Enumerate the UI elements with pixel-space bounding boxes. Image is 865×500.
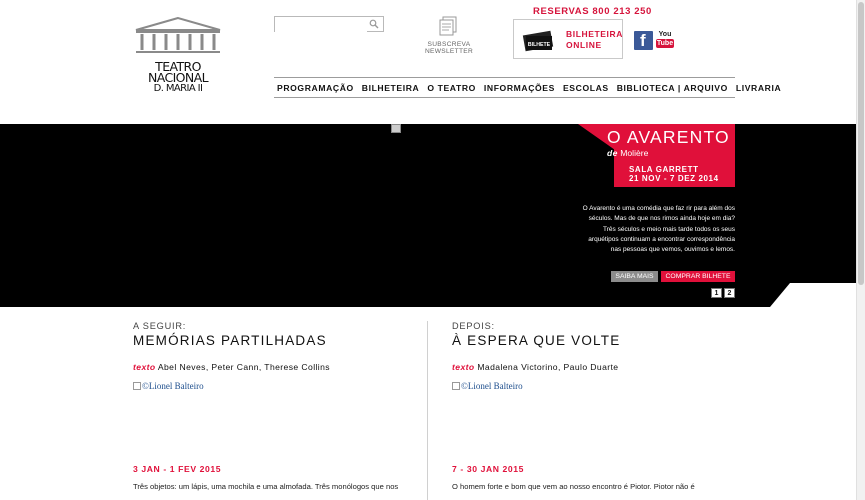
search-icon[interactable] (369, 19, 379, 29)
next-show-credits: texto Abel Neves, Peter Cann, Therese Co… (133, 362, 423, 372)
main-nav: PROGRAMAÇÃO BILHETEIRA O TEATRO INFORMAÇ… (274, 77, 781, 98)
hero-venue-name: SALA GARRETT (629, 165, 699, 174)
later-show-credits: texto Madalena Victorino, Paulo Duarte (452, 362, 742, 372)
photo-credit: ©Lionel Balteiro (461, 381, 523, 391)
nav-item-escolas[interactable]: ESCOLAS (559, 83, 613, 93)
learn-more-button[interactable]: SAIBA MAIS (611, 271, 658, 282)
next-show-column: A SEGUIR: MEMÓRIAS PARTILHADAS texto Abe… (133, 321, 423, 491)
nav-item-livraria[interactable]: LIVRARIA (732, 83, 785, 93)
page: TEATRO NACIONAL D. MARIA II SUBSCREVA NE… (0, 0, 865, 500)
later-show-title[interactable]: À ESPERA QUE VOLTE (452, 333, 742, 348)
logo-line-3: D. MARIA II (153, 83, 203, 94)
ticket-text: BILHETE (528, 42, 551, 48)
youtube-icon[interactable]: You Tube (656, 31, 674, 50)
youtube-tube: Tube (656, 39, 674, 48)
facebook-icon[interactable]: f (634, 31, 653, 50)
photo-credit: ©Lionel Balteiro (142, 381, 204, 391)
newsletter-icon (439, 16, 457, 36)
hero-title[interactable]: O AVARENTO (607, 127, 730, 148)
nav-item-bilheteira[interactable]: BILHETEIRA (358, 83, 424, 93)
nav-item-informacoes[interactable]: INFORMAÇÕES (480, 83, 559, 93)
slide-page-1[interactable]: 1 (711, 288, 722, 298)
newsletter-label-1: SUBSCREVA (427, 41, 471, 48)
theatre-building-icon (135, 16, 221, 53)
slide-page-2[interactable]: 2 (724, 288, 735, 298)
hero-author-name: Molière (620, 148, 649, 158)
credits-prefix: texto (133, 362, 156, 372)
nav-item-biblioteca-arquivo[interactable]: BIBLIOTECA | ARQUIVO (613, 83, 732, 93)
hero-dates: 21 NOV - 7 DEZ 2014 (629, 174, 719, 183)
nav-item-o-teatro[interactable]: O TEATRO (423, 83, 480, 93)
next-show-photo[interactable]: ©Lionel Balteiro (133, 381, 423, 461)
next-label: A SEGUIR: (133, 321, 187, 331)
hero-venue: SALA GARRETT 21 NOV - 7 DEZ 2014 (629, 165, 719, 183)
credits-names: Abel Neves, Peter Cann, Therese Collins (157, 362, 330, 372)
hero-corner-fill (790, 283, 856, 307)
hero-banner: O AVARENTO de Molière SALA GARRETT 21 NO… (0, 124, 856, 307)
bilheteira-line-1: BILHETEIRA (566, 29, 623, 39)
later-show-dates: 7 - 30 JAN 2015 (452, 464, 525, 474)
later-label: DEPOIS: (452, 321, 495, 331)
logo-line-2: NACIONAL (147, 70, 209, 85)
search-input[interactable] (275, 20, 367, 35)
hero-author: de Molière (607, 148, 648, 158)
logo[interactable]: TEATRO NACIONAL D. MARIA II (133, 16, 223, 94)
hero-author-prefix: de (607, 148, 618, 158)
youtube-you: You (658, 31, 672, 38)
broken-image-icon (452, 382, 460, 390)
next-show-dates: 3 JAN - 1 FEV 2015 (133, 464, 222, 474)
next-show-excerpt: Três objetos: um lápis, uma mochila e um… (133, 482, 399, 491)
hero-description: O Avarento é uma comédia que faz rir par… (582, 205, 735, 254)
search-box (274, 16, 384, 35)
reservations-phone: RESERVAS 800 213 250 (533, 6, 652, 17)
scrollbar-thumb[interactable] (858, 2, 864, 285)
buy-ticket-button[interactable]: COMPRAR BILHETE (661, 271, 735, 282)
later-show-photo[interactable]: ©Lionel Balteiro (452, 381, 742, 461)
credits-prefix: texto (452, 362, 475, 372)
newsletter-label-2: NEWSLETTER (424, 48, 474, 55)
scrollbar[interactable] (856, 0, 865, 500)
later-show-excerpt: O homem forte e bom que vem ao nosso enc… (452, 482, 695, 491)
ticket-icon: BILHETE (522, 30, 554, 52)
later-show-column: DEPOIS: À ESPERA QUE VOLTE texto Madalen… (452, 321, 742, 491)
next-show-title[interactable]: MEMÓRIAS PARTILHADAS (133, 333, 423, 348)
column-divider (427, 321, 428, 500)
credits-names: Madalena Victorino, Paulo Duarte (477, 362, 619, 372)
bilheteira-line-2: ONLINE (566, 40, 602, 50)
broken-image-icon (133, 382, 141, 390)
hero-corner-cut (770, 283, 790, 307)
online-ticket-office-button[interactable]: BILHETE BILHETEIRA ONLINE (513, 19, 623, 59)
newsletter-link[interactable]: SUBSCREVA NEWSLETTER (424, 16, 474, 55)
nav-item-programacao[interactable]: PROGRAMAÇÃO (274, 83, 358, 93)
facebook-glyph: f (640, 31, 646, 50)
hero-image-placeholder (391, 124, 401, 133)
